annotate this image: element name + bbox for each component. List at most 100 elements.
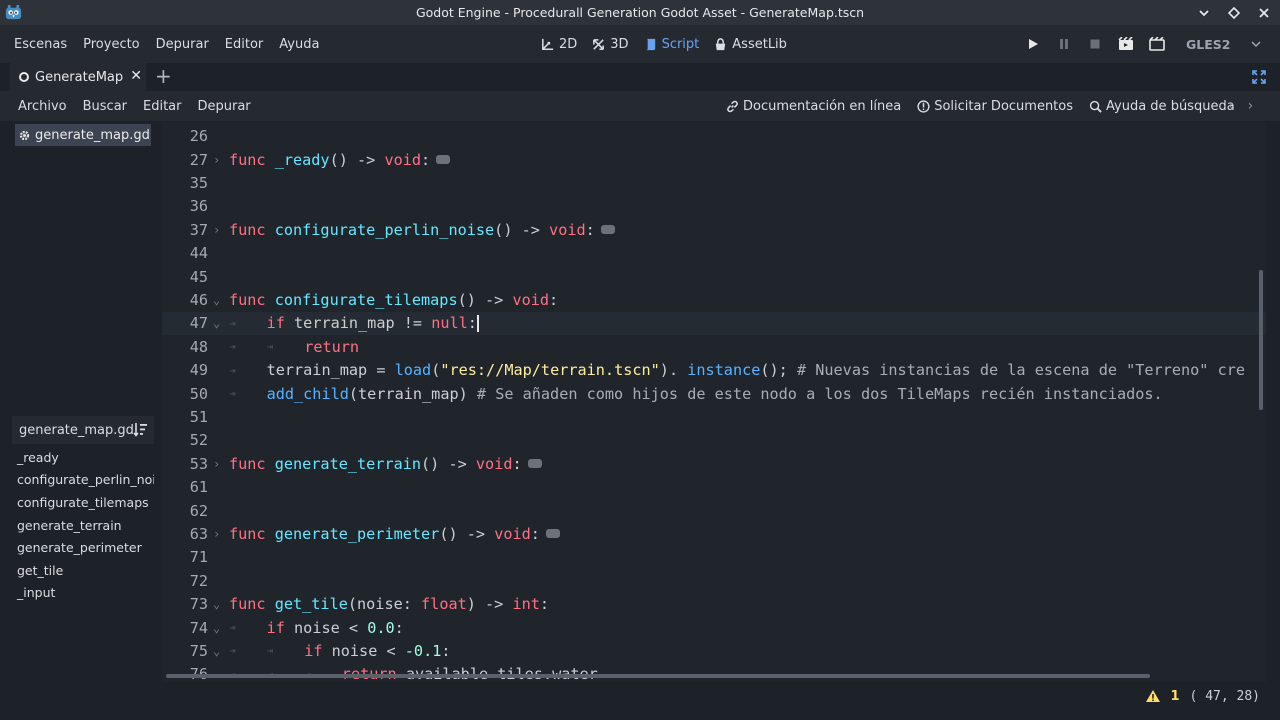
code-token: void [549, 220, 586, 239]
code-text: func generate_terrain() -> void: [229, 455, 542, 473]
play-custom-scene-icon[interactable] [1148, 36, 1165, 53]
code-line[interactable]: 71 [162, 546, 1266, 569]
pause-icon[interactable] [1055, 36, 1072, 53]
mode-2d-label: 2D [559, 36, 578, 52]
outline-item-input[interactable]: _input [12, 582, 154, 605]
code-token: : [585, 220, 595, 239]
assetlib-icon [716, 37, 726, 50]
code-line[interactable]: 76⇥⇥⇥return available_tiles.water [162, 663, 1266, 682]
code-line[interactable]: 53 › func generate_terrain() -> void: [162, 452, 1266, 475]
code-line[interactable]: 52 [162, 429, 1266, 452]
folded-code-icon[interactable] [545, 528, 560, 538]
fold-arrow-expanded-icon[interactable]: ⌄ [213, 597, 220, 611]
horizontal-scrollbar[interactable] [166, 674, 1150, 678]
code-token: null [431, 314, 468, 333]
code-line[interactable]: 35 [162, 171, 1266, 194]
code-editor[interactable]: 26 27 › func _ready() -> void: 35 36 37 › func c… [162, 122, 1266, 682]
outline-item-configurate-perlin-noise[interactable]: configurate_perlin_noise [12, 469, 154, 492]
script-menu-editar[interactable]: Editar [135, 99, 190, 114]
script-menu-buscar[interactable]: Buscar [75, 99, 135, 114]
code-token: load [394, 361, 432, 380]
code-line[interactable]: 75 ⌄ ⇥ ⇥ if noise < -0.1: [162, 639, 1266, 662]
renderer-selector[interactable]: GLES2 [1186, 25, 1230, 63]
outline-item-generate-perimeter[interactable]: generate_perimeter [12, 536, 154, 559]
code-line[interactable]: 27 › func _ready() -> void: [162, 148, 1266, 171]
minimize-icon[interactable] [1196, 5, 1212, 21]
close-window-icon[interactable] [1256, 5, 1272, 21]
menu-depurar[interactable]: Depurar [148, 37, 217, 52]
history-forward-icon[interactable]: › [1248, 98, 1254, 114]
menu-proyecto[interactable]: Proyecto [75, 37, 148, 52]
code-line[interactable]: 72 [162, 569, 1266, 592]
sort-icon[interactable] [133, 422, 148, 437]
folded-code-icon[interactable] [600, 224, 615, 234]
chevron-down-icon[interactable] [1251, 25, 1261, 63]
online-docs-button[interactable]: Documentación en línea [726, 99, 901, 114]
outline-item-generate-terrain[interactable]: generate_terrain [12, 514, 154, 537]
scene-tab[interactable]: GenerateMap ✕ [10, 63, 146, 91]
menu-escenas[interactable]: Escenas [6, 37, 75, 52]
fold-arrow-collapsed-icon[interactable]: › [213, 527, 220, 541]
fold-arrow-expanded-icon[interactable]: ⌄ [213, 293, 220, 307]
add-scene-icon[interactable]: + [155, 66, 172, 86]
code-line[interactable]: 44 [162, 242, 1266, 265]
mode-3d-button[interactable]: 3D [591, 37, 629, 52]
menu-ayuda[interactable]: Ayuda [271, 37, 327, 52]
code-line[interactable]: 63 › func generate_perimeter() -> void: [162, 522, 1266, 545]
play-scene-icon[interactable] [1117, 36, 1134, 53]
code-line[interactable]: 73 ⌄ func get_tile(noise: float) -> int: [162, 593, 1266, 616]
code-line[interactable]: 74 ⌄ ⇥ if noise < 0.0: [162, 616, 1266, 639]
request-docs-label: Solicitar Documentos [934, 98, 1074, 114]
code-line[interactable]: 62 [162, 499, 1266, 522]
fold-arrow-expanded-icon[interactable]: ⌄ [213, 621, 220, 635]
code-line[interactable]: 37 › func configurate_perlin_noise() -> vo… [162, 218, 1266, 241]
code-text: add_child(terrain_map) # Se añaden como … [267, 385, 1163, 403]
play-icon[interactable] [1024, 36, 1041, 53]
script-menu-depurar[interactable]: Depurar [190, 99, 259, 114]
help-search-button[interactable]: Ayuda de búsqueda [1089, 99, 1235, 114]
tab-indicator-icon: ⇥ [266, 340, 274, 354]
code-line[interactable]: 36 [162, 195, 1266, 218]
code-line[interactable]: 47 ⌄ ⇥ if terrain_map != null: [162, 311, 1266, 336]
vertical-scrollbar[interactable] [1259, 270, 1263, 410]
code-line[interactable]: 51 [162, 405, 1266, 428]
code-line[interactable]: 50 ⇥ add_child(terrain_map) # Se añaden co… [162, 382, 1266, 405]
fold-arrow-collapsed-icon[interactable]: › [213, 457, 220, 471]
distraction-free-icon[interactable] [1252, 70, 1266, 84]
folded-code-icon[interactable] [527, 458, 542, 468]
outline-item-get-tile[interactable]: get_tile [12, 559, 154, 582]
script-menu-archivo[interactable]: Archivo [10, 99, 75, 114]
mode-assetlib-button[interactable]: AssetLib [713, 37, 787, 52]
fold-arrow-expanded-icon[interactable]: ⌄ [213, 316, 220, 330]
mode-2d-button[interactable]: 2D [540, 37, 577, 52]
outline-item-ready[interactable]: _ready [12, 446, 154, 469]
script-list-item[interactable]: generate_map.gd [15, 124, 151, 146]
fold-arrow-expanded-icon[interactable]: ⌄ [213, 644, 220, 658]
help-links: Documentación en línea Solicitar Documen… [726, 91, 1235, 121]
close-tab-icon[interactable]: ✕ [130, 68, 142, 84]
stop-icon[interactable] [1086, 36, 1103, 53]
warning-icon[interactable] [1145, 689, 1161, 703]
line-number: 47 [189, 314, 208, 333]
fold-arrow-collapsed-icon[interactable]: › [213, 223, 220, 237]
code-line[interactable]: 61 [162, 476, 1266, 499]
line-number: 73 [189, 595, 208, 614]
maximize-icon[interactable] [1226, 5, 1242, 21]
mode-script-button[interactable]: Script [643, 37, 699, 52]
line-number: 26 [189, 127, 208, 146]
outline-item-configurate-tilemaps[interactable]: configurate_tilemaps [12, 491, 154, 514]
menu-editor[interactable]: Editor [217, 37, 271, 52]
code-line[interactable]: 48 ⇥ ⇥ return [162, 335, 1266, 358]
folded-code-icon[interactable] [436, 154, 451, 164]
history-back-icon[interactable]: ‹ [1228, 98, 1234, 114]
code-line[interactable]: 26 [162, 125, 1266, 148]
mode-assetlib-label: AssetLib [732, 36, 787, 52]
help-search-icon [1089, 100, 1102, 113]
request-docs-button[interactable]: Solicitar Documentos [917, 99, 1073, 114]
code-token: () -> [421, 454, 476, 473]
window-title: Godot Engine - Procedurall Generation Go… [415, 5, 865, 20]
code-line[interactable]: 46 ⌄ func configurate_tilemaps() -> void: [162, 288, 1266, 311]
code-line[interactable]: 49 ⇥ terrain_map = load("res://Map/terrain… [162, 359, 1266, 382]
fold-arrow-collapsed-icon[interactable]: › [213, 153, 220, 167]
code-line[interactable]: 45 [162, 265, 1266, 288]
